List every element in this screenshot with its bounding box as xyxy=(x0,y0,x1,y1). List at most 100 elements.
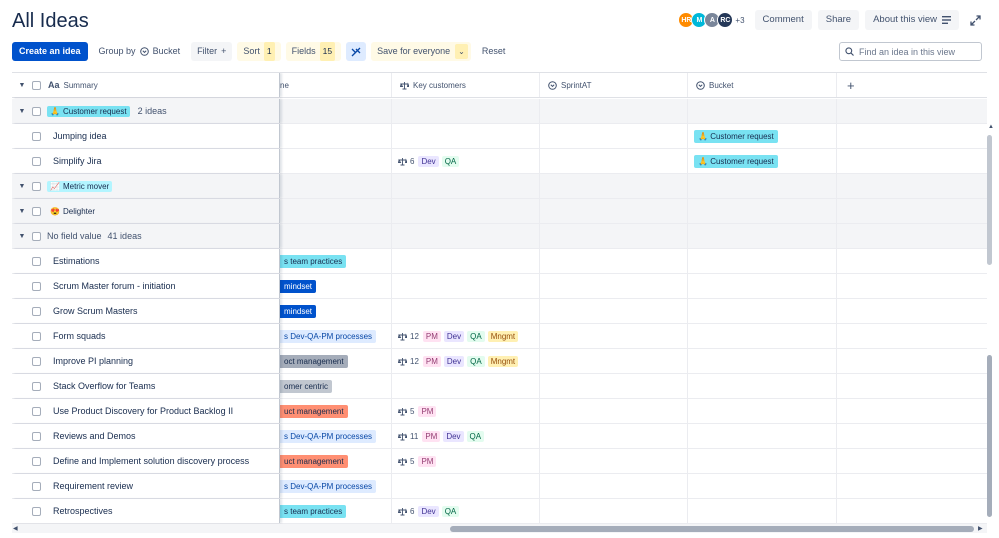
key-customers-cell[interactable] xyxy=(392,299,540,323)
group-checkbox[interactable] xyxy=(32,106,41,116)
save-for-everyone-button[interactable]: Save for everyone ⌄ xyxy=(371,42,471,61)
group-checkbox[interactable] xyxy=(32,231,41,241)
theme-cell[interactable]: s Dev-QA-PM processes xyxy=(280,424,392,448)
sprint-cell[interactable] xyxy=(540,424,688,448)
chevron-down-icon[interactable]: ▼ xyxy=(17,208,27,215)
bucket-cell[interactable] xyxy=(688,299,837,323)
group-checkbox[interactable] xyxy=(32,181,41,191)
search-input[interactable] xyxy=(859,46,977,57)
theme-cell[interactable] xyxy=(280,124,392,148)
group-row-metric-mover[interactable]: ▼ 📈 Metric mover xyxy=(12,174,987,199)
table-row[interactable]: Grow Scrum Masters mindset xyxy=(12,299,987,324)
theme-cell[interactable] xyxy=(280,149,392,173)
key-customers-cell[interactable]: 6 Dev QA xyxy=(392,499,540,523)
theme-cell[interactable]: s Dev-QA-PM processes xyxy=(280,324,392,348)
key-customers-cell[interactable] xyxy=(392,274,540,298)
chevron-down-icon[interactable]: ▼ xyxy=(17,233,27,240)
sprint-cell[interactable] xyxy=(540,149,688,173)
key-customers-cell[interactable]: 12 PM Dev QA Mngmt xyxy=(392,324,540,348)
row-checkbox[interactable] xyxy=(32,156,41,166)
bucket-cell[interactable]: 🙏 Customer request xyxy=(688,124,837,148)
add-field-icon[interactable]: + xyxy=(847,78,855,93)
idea-title[interactable]: Reviews and Demos xyxy=(53,431,136,441)
chevron-down-icon[interactable]: ▼ xyxy=(17,108,27,115)
idea-title[interactable]: Grow Scrum Masters xyxy=(53,306,138,316)
table-row[interactable]: Define and Implement solution discovery … xyxy=(12,449,987,474)
row-checkbox[interactable] xyxy=(32,306,41,316)
table-row[interactable]: Stack Overflow for Teams omer centric xyxy=(12,374,987,399)
theme-cell[interactable]: oct management xyxy=(280,349,392,373)
bucket-cell[interactable] xyxy=(688,424,837,448)
bucket-cell[interactable] xyxy=(688,374,837,398)
theme-cell[interactable]: s Dev-QA-PM processes xyxy=(280,474,392,498)
hide-empty-groups-icon[interactable] xyxy=(346,42,367,61)
select-all-checkbox[interactable] xyxy=(32,80,41,90)
vertical-scrollbar-thumb[interactable] xyxy=(987,135,992,265)
bucket-cell[interactable] xyxy=(688,324,837,348)
idea-title[interactable]: Jumping idea xyxy=(53,131,107,141)
summary-cell[interactable]: Scrum Master forum - initiation xyxy=(12,274,280,298)
idea-title[interactable]: Improve PI planning xyxy=(53,356,133,366)
sprint-cell[interactable] xyxy=(540,449,688,473)
sprint-cell[interactable] xyxy=(540,249,688,273)
group-row-no-value[interactable]: ▼ No field value 41 ideas xyxy=(12,224,987,249)
bucket-cell[interactable] xyxy=(688,274,837,298)
row-checkbox[interactable] xyxy=(32,406,41,416)
table-row[interactable]: Improve PI planning oct management 12 PM Dev… xyxy=(12,349,987,374)
more-collaborators-count[interactable]: +3 xyxy=(735,16,744,25)
bucket-cell[interactable]: 🙏 Customer request xyxy=(688,149,837,173)
idea-title[interactable]: Requirement review xyxy=(53,481,133,491)
table-row[interactable]: Requirement review s Dev-QA-PM processes xyxy=(12,474,987,499)
comment-button[interactable]: Comment xyxy=(754,10,812,30)
scroll-right-icon[interactable]: ▶ xyxy=(978,525,983,532)
vertical-scrollbar-thumb[interactable] xyxy=(987,355,992,517)
fullscreen-icon[interactable] xyxy=(965,10,985,30)
chevron-down-icon[interactable]: ▼ xyxy=(17,82,27,89)
key-customers-cell[interactable]: 5 PM xyxy=(392,449,540,473)
filter-button[interactable]: Filter + xyxy=(191,42,233,61)
chevron-down-icon[interactable]: ⌄ xyxy=(455,44,468,59)
scroll-up-icon[interactable]: ▲ xyxy=(988,124,994,130)
summary-cell[interactable]: Grow Scrum Masters xyxy=(12,299,280,323)
group-by-button[interactable]: Group by Bucket xyxy=(93,42,187,61)
column-sprint[interactable]: SprintAT xyxy=(540,73,688,97)
sprint-cell[interactable] xyxy=(540,349,688,373)
key-customers-cell[interactable]: 5 PM xyxy=(392,399,540,423)
bucket-cell[interactable] xyxy=(688,349,837,373)
sprint-cell[interactable] xyxy=(540,399,688,423)
summary-cell[interactable]: Reviews and Demos xyxy=(12,424,280,448)
idea-title[interactable]: Scrum Master forum - initiation xyxy=(53,281,176,291)
summary-cell[interactable]: Simplify Jira xyxy=(12,149,280,173)
row-checkbox[interactable] xyxy=(32,331,41,341)
idea-title[interactable]: Define and Implement solution discovery … xyxy=(53,456,249,466)
table-row[interactable]: Use Product Discovery for Product Backlo… xyxy=(12,399,987,424)
table-row[interactable]: Reviews and Demos s Dev-QA-PM processes 11… xyxy=(12,424,987,449)
summary-cell[interactable]: Define and Implement solution discovery … xyxy=(12,449,280,473)
summary-cell[interactable]: Jumping idea xyxy=(12,124,280,148)
bucket-cell[interactable] xyxy=(688,249,837,273)
column-summary[interactable]: ▼ Aa Summary xyxy=(12,73,280,97)
column-key-customers[interactable]: Key customers xyxy=(392,73,540,97)
sort-button[interactable]: Sort 1 xyxy=(237,42,281,61)
table-row[interactable]: Form squads s Dev-QA-PM processes 12 PM Dev Q… xyxy=(12,324,987,349)
row-checkbox[interactable] xyxy=(32,431,41,441)
theme-cell[interactable]: s team practices xyxy=(280,249,392,273)
theme-cell[interactable]: uct management xyxy=(280,449,392,473)
idea-search[interactable] xyxy=(839,42,982,61)
key-customers-cell[interactable]: 11 PM Dev QA xyxy=(392,424,540,448)
bucket-cell[interactable] xyxy=(688,449,837,473)
key-customers-cell[interactable] xyxy=(392,474,540,498)
summary-cell[interactable]: Retrospectives xyxy=(12,499,280,523)
row-checkbox[interactable] xyxy=(32,256,41,266)
key-customers-cell[interactable]: 12 PM Dev QA Mngmt xyxy=(392,349,540,373)
group-checkbox[interactable] xyxy=(32,206,41,216)
scroll-left-icon[interactable]: ◀ xyxy=(13,525,18,532)
fields-button[interactable]: Fields 15 xyxy=(285,42,342,61)
sprint-cell[interactable] xyxy=(540,299,688,323)
bucket-cell[interactable] xyxy=(688,474,837,498)
idea-title[interactable]: Estimations xyxy=(53,256,100,266)
theme-cell[interactable]: mindset xyxy=(280,299,392,323)
table-row[interactable]: Retrospectives s team practices 6 Dev QA xyxy=(12,499,987,524)
table-row[interactable]: Jumping idea 🙏 Customer request xyxy=(12,124,987,149)
sprint-cell[interactable] xyxy=(540,324,688,348)
